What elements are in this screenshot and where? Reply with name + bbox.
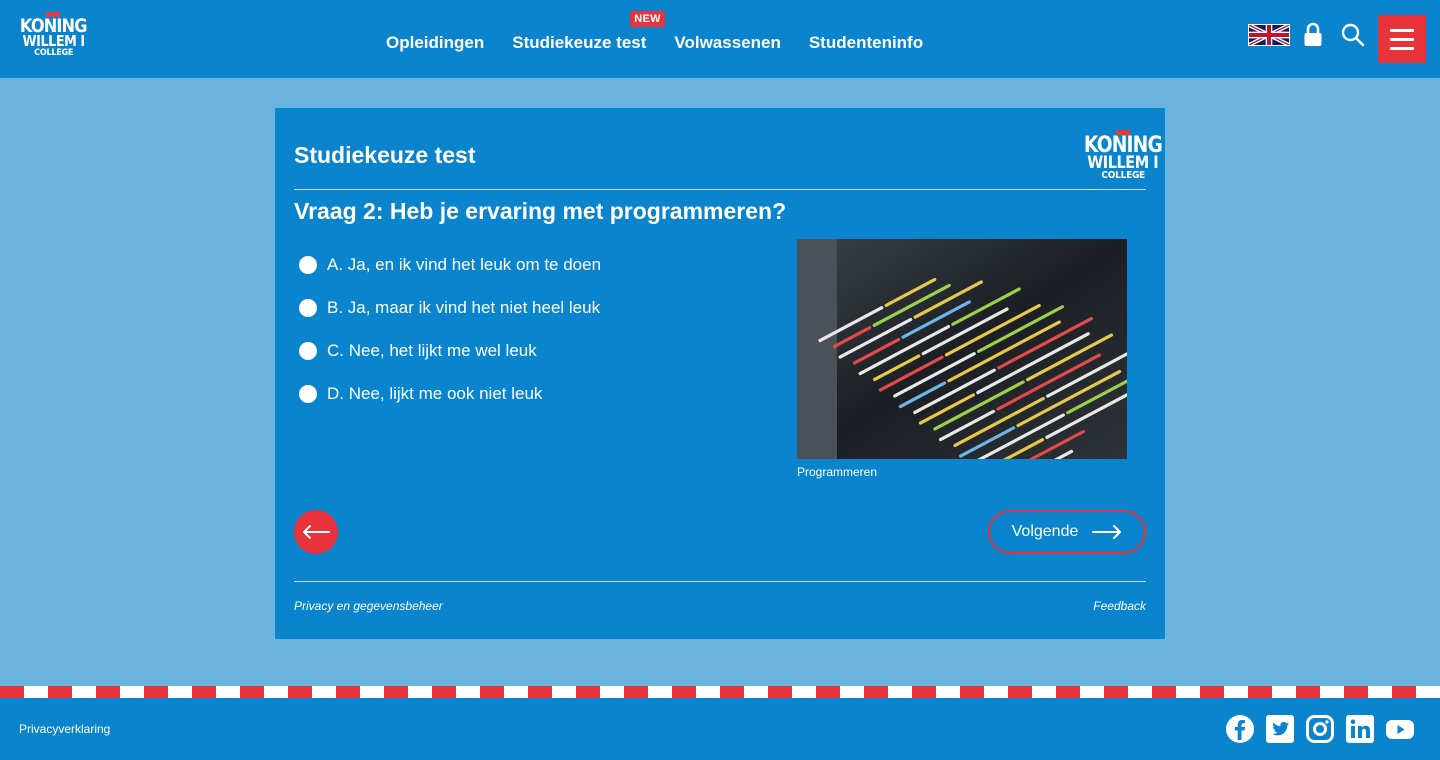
answer-label: B. Ja, maar ik vind het niet heel leuk xyxy=(327,297,601,317)
answer-options: A. Ja, en ik vind het leuk om te doen B.… xyxy=(299,243,601,415)
privacy-statement-link[interactable]: Privacyverklaring xyxy=(19,722,110,736)
youtube-icon[interactable] xyxy=(1385,714,1415,744)
instagram-icon[interactable] xyxy=(1305,714,1335,744)
new-badge: NEW xyxy=(630,11,665,27)
twitter-icon[interactable] xyxy=(1265,714,1295,744)
search-icon[interactable] xyxy=(1340,22,1366,48)
answer-option-b[interactable]: B. Ja, maar ik vind het niet heel leuk xyxy=(299,286,601,329)
menu-button[interactable] xyxy=(1378,15,1426,63)
quiz-card: Studiekeuze test KONING WILLEM I COLLEGE… xyxy=(275,108,1165,639)
arrow-left-icon xyxy=(303,525,330,539)
radio-button[interactable] xyxy=(299,341,317,360)
answer-option-c[interactable]: C. Nee, het lijkt me wel leuk xyxy=(299,329,601,372)
card-title: Studiekeuze test xyxy=(294,142,476,168)
arrow-right-icon xyxy=(1092,525,1122,539)
image-caption: Programmeren xyxy=(797,465,878,479)
answer-label: A. Ja, en ik vind het leuk om te doen xyxy=(327,254,602,274)
logo-line-2: WILLEM I xyxy=(22,32,85,51)
next-button-label: Volgende xyxy=(1011,523,1079,540)
linkedin-icon[interactable] xyxy=(1345,714,1375,744)
decorative-stripe xyxy=(0,686,1440,698)
main-nav: Opleidingen Studiekeuze test NEW Volwass… xyxy=(386,11,951,53)
lock-icon[interactable] xyxy=(1303,22,1323,48)
answer-option-d[interactable]: D. Nee, lijkt me ook niet leuk xyxy=(299,372,601,415)
radio-button[interactable] xyxy=(299,298,317,317)
answer-label: D. Nee, lijkt me ook niet leuk xyxy=(327,383,543,403)
privacy-link[interactable]: Privacy en gegevensbeheer xyxy=(294,599,443,613)
previous-button[interactable] xyxy=(294,510,338,554)
site-logo[interactable]: KONING WILLEM I COLLEGE xyxy=(14,12,93,57)
facebook-icon[interactable] xyxy=(1225,714,1255,744)
top-navigation-bar: KONING WILLEM I COLLEGE Opleidingen Stud… xyxy=(0,0,1440,78)
nav-item-opleidingen[interactable]: Opleidingen xyxy=(386,33,484,53)
programming-code-image xyxy=(797,239,1127,459)
nav-item-volwassenen[interactable]: Volwassenen xyxy=(674,33,780,53)
nav-item-studenteninfo[interactable]: Studenteninfo xyxy=(809,33,923,53)
radio-button[interactable] xyxy=(299,384,317,403)
divider xyxy=(294,581,1146,582)
logo-line-3: COLLEGE xyxy=(33,47,73,58)
radio-button[interactable] xyxy=(299,255,317,274)
page-footer: Privacyverklaring xyxy=(0,698,1440,760)
feedback-link[interactable]: Feedback xyxy=(1093,599,1146,613)
menu-icon xyxy=(1390,28,1414,32)
divider xyxy=(294,189,1146,190)
logo-line-3: COLLEGE xyxy=(1101,170,1145,182)
answer-label: C. Nee, het lijkt me wel leuk xyxy=(327,340,537,360)
nav-item-label: Studiekeuze test xyxy=(512,33,647,52)
logo-line-2: WILLEM I xyxy=(1087,152,1159,173)
answer-option-a[interactable]: A. Ja, en ik vind het leuk om te doen xyxy=(299,243,601,286)
next-button[interactable]: Volgende xyxy=(988,510,1146,554)
card-logo: KONING WILLEM I COLLEGE xyxy=(1077,130,1169,182)
uk-flag-icon[interactable] xyxy=(1248,24,1290,46)
nav-item-studiekeuze-test[interactable]: Studiekeuze test NEW xyxy=(512,11,665,53)
question-heading: Vraag 2: Heb je ervaring met programmere… xyxy=(294,198,787,224)
